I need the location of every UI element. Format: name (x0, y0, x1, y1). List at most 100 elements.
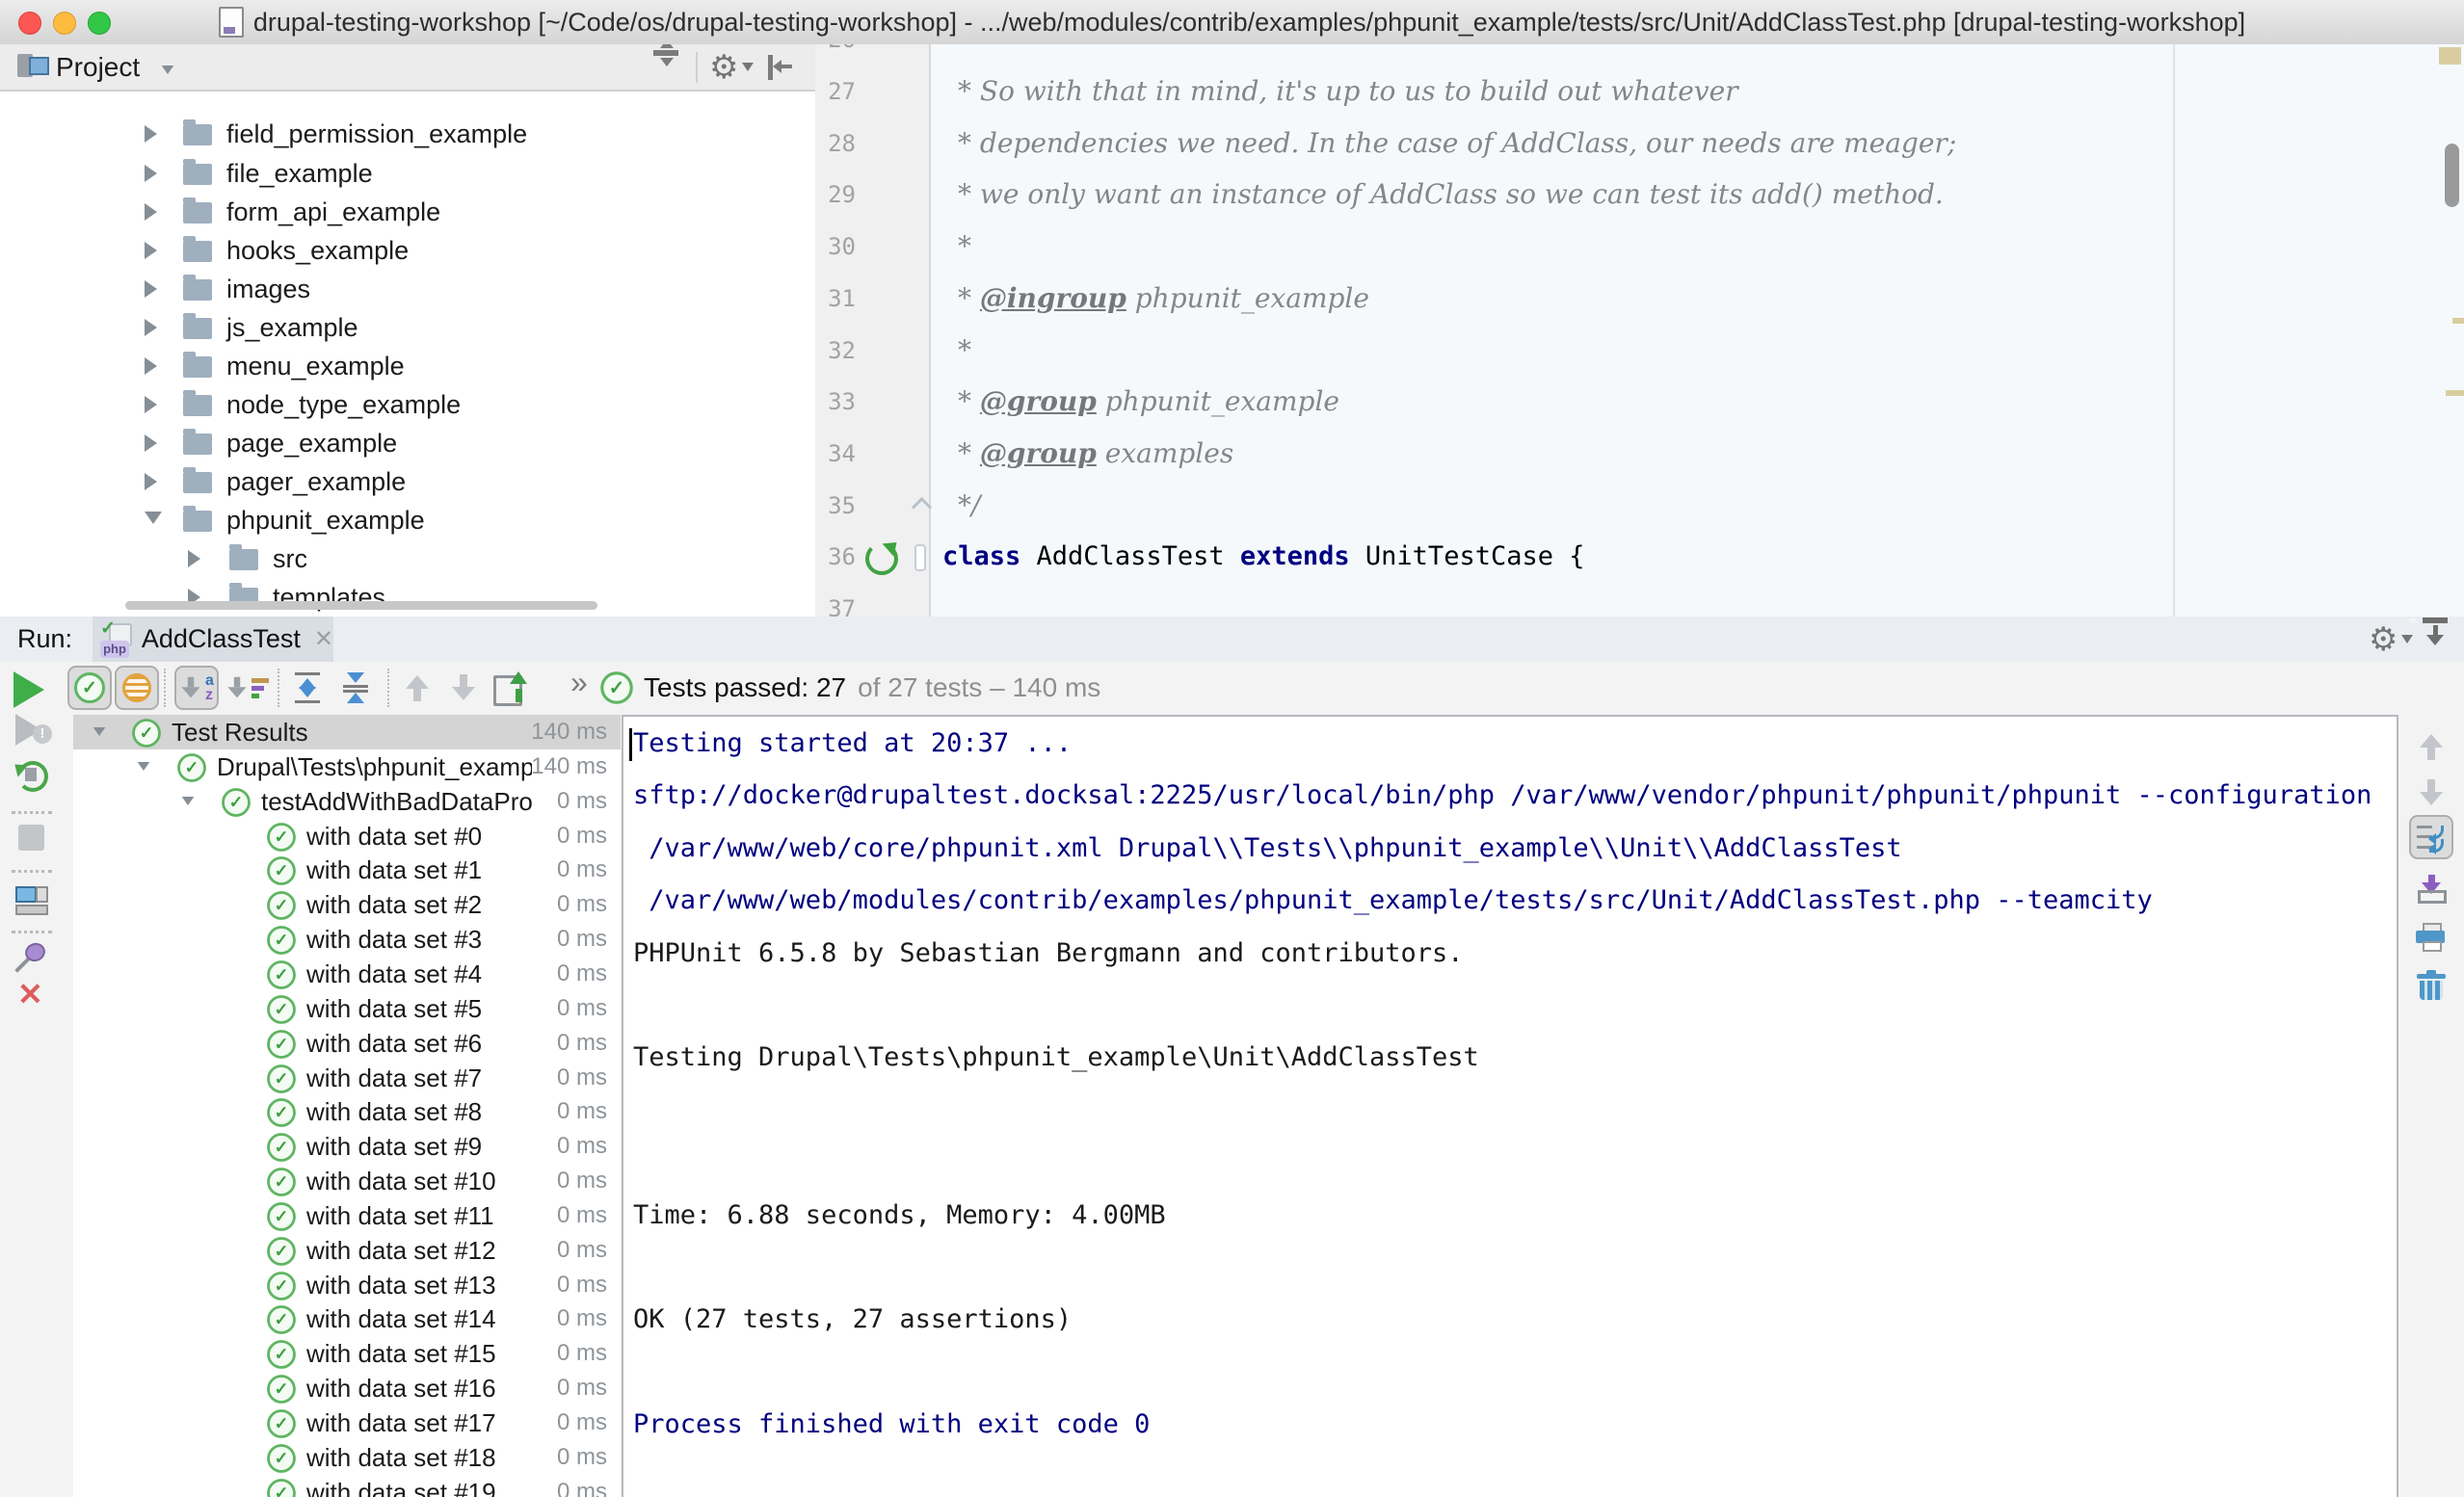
close-tab-icon[interactable]: ✕ (314, 625, 333, 653)
import-test-results-button[interactable] (488, 666, 532, 710)
sort-alphabetically-button[interactable]: az (174, 666, 219, 710)
run-tab-addclasstest[interactable]: ✓ php AddClassTest ✕ (93, 617, 333, 662)
test-tree-row[interactable]: Test Results140 ms (73, 715, 621, 749)
test-tree-row[interactable]: testAddWithBadDataProvider0 ms (73, 784, 621, 819)
show-ignored-button[interactable] (115, 666, 159, 710)
project-panel-title[interactable]: Project (56, 44, 140, 90)
run-settings-button[interactable]: ⚙ (2369, 617, 2413, 662)
test-tree-row[interactable]: with data set #140 ms (73, 1301, 621, 1336)
run-test-gutter-icon[interactable] (865, 542, 898, 575)
test-tree-row[interactable]: with data set #130 ms (73, 1268, 621, 1302)
test-tree-row[interactable]: with data set #10 ms (73, 853, 621, 887)
doc-tag-line: * @group examples (958, 428, 1233, 480)
restore-layout-icon[interactable] (15, 886, 48, 915)
test-tree-row[interactable]: with data set #80 ms (73, 1094, 621, 1129)
toggle-auto-test-icon[interactable] (17, 761, 48, 792)
previous-failed-test-button[interactable] (395, 666, 439, 710)
console-line: Time: 6.88 seconds, Memory: 4.00MB (623, 1190, 2397, 1242)
project-tree-item-images[interactable]: images (0, 270, 815, 308)
test-tree-row[interactable]: with data set #60 ms (73, 1026, 621, 1061)
chevron-down-icon[interactable] (138, 762, 150, 771)
console-line: Process finished with exit code 0 (623, 1399, 2397, 1451)
code-editor[interactable]: 2627* So with that in mind, it's up to u… (815, 44, 2464, 617)
rerun-icon[interactable] (13, 671, 44, 708)
print-button[interactable] (2409, 915, 2453, 959)
test-tree-row[interactable]: with data set #190 ms (73, 1475, 621, 1497)
chevron-right-icon[interactable] (145, 319, 157, 336)
chevron-down-icon[interactable] (145, 512, 162, 524)
project-settings-button[interactable]: ⚙ (709, 44, 754, 90)
test-tree-row[interactable]: with data set #100 ms (73, 1164, 621, 1198)
test-tree-row[interactable]: with data set #00 ms (73, 819, 621, 854)
scroll-to-end-button[interactable] (2409, 867, 2453, 911)
chevron-right-icon[interactable] (145, 434, 157, 452)
project-tree-item-page_example[interactable]: page_example (0, 424, 815, 462)
chevron-right-icon[interactable] (145, 203, 157, 221)
next-occurrence-button[interactable] (2409, 771, 2453, 815)
close-window-button[interactable] (18, 12, 41, 35)
test-tree-row[interactable]: Drupal\Tests\phpunit_example\Unit\AddCla… (73, 749, 621, 784)
close-run-panel-icon[interactable]: ✕ (17, 979, 43, 1010)
minimize-window-button[interactable] (53, 12, 76, 35)
chevron-down-icon[interactable] (93, 727, 106, 736)
import-export-icon (493, 673, 526, 702)
project-tree-item-templates[interactable]: templates (0, 578, 815, 617)
project-horizontal-scrollbar[interactable] (125, 601, 597, 610)
chevron-right-icon[interactable] (145, 125, 157, 143)
test-tree-row[interactable]: with data set #180 ms (73, 1440, 621, 1475)
show-passed-button[interactable] (67, 666, 112, 710)
stripe-mark[interactable] (2452, 318, 2464, 324)
test-passed-icon (222, 788, 251, 817)
prev-occurrence-button[interactable] (2409, 724, 2453, 769)
soft-wrap-button[interactable] (2409, 815, 2453, 859)
editor-line-26: 26 (815, 44, 2464, 66)
project-tree-item-phpunit_example[interactable]: phpunit_example (0, 501, 815, 539)
project-tree-item-node_type_example[interactable]: node_type_example (0, 385, 815, 424)
project-tree-item-hooks_example[interactable]: hooks_example (0, 231, 815, 270)
fold-marker-icon[interactable] (914, 544, 926, 571)
sort-by-duration-button[interactable] (225, 666, 269, 710)
test-tree-row[interactable]: with data set #170 ms (73, 1405, 621, 1440)
clear-all-button[interactable] (2409, 963, 2453, 1008)
test-tree-row[interactable]: with data set #50 ms (73, 991, 621, 1026)
console-line: Testing started at 20:37 ... (623, 718, 2397, 770)
test-tree-row[interactable]: with data set #110 ms (73, 1198, 621, 1233)
collapse-all-button[interactable] (333, 666, 378, 710)
fold-marker-icon[interactable] (912, 497, 932, 517)
project-tree-item-src[interactable]: src (0, 539, 815, 578)
test-tree-row[interactable]: with data set #90 ms (73, 1129, 621, 1164)
test-tree-row[interactable]: with data set #70 ms (73, 1061, 621, 1095)
test-tree-row[interactable]: with data set #30 ms (73, 922, 621, 957)
console-output[interactable]: Testing started at 20:37 ...sftp://docke… (622, 715, 2398, 1497)
stripe-mark[interactable] (2446, 390, 2464, 396)
project-tree-item-menu_example[interactable]: menu_example (0, 347, 815, 385)
test-tree-row[interactable]: with data set #150 ms (73, 1336, 621, 1371)
toolbar-overflow-icon[interactable]: » (570, 665, 588, 700)
zoom-window-button[interactable] (88, 12, 111, 35)
chevron-right-icon[interactable] (145, 473, 157, 490)
project-tree-item-form_api_example[interactable]: form_api_example (0, 193, 815, 231)
chevron-right-icon[interactable] (145, 165, 157, 182)
pin-tab-icon[interactable] (14, 943, 47, 976)
test-tree-row[interactable]: with data set #40 ms (73, 957, 621, 991)
test-tree-row[interactable]: with data set #160 ms (73, 1371, 621, 1405)
chevron-right-icon[interactable] (188, 550, 200, 567)
test-tree-row[interactable]: with data set #120 ms (73, 1233, 621, 1268)
project-tree-item-js_example[interactable]: js_example (0, 308, 815, 347)
chevron-right-icon[interactable] (145, 396, 157, 413)
project-dropdown-icon[interactable] (162, 66, 174, 74)
next-failed-test-button[interactable] (441, 666, 486, 710)
chevron-down-icon[interactable] (182, 797, 195, 805)
stop-icon[interactable] (18, 825, 44, 851)
stripe-mark[interactable] (2439, 47, 2461, 65)
project-tree-item-pager_example[interactable]: pager_example (0, 462, 815, 501)
project-tree-item-file_example[interactable]: file_example (0, 154, 815, 193)
project-tree-item-field_permission_example[interactable]: field_permission_example (0, 115, 815, 153)
expand-all-button[interactable] (285, 666, 330, 710)
test-tree-row[interactable]: with data set #20 ms (73, 887, 621, 922)
line-number: 30 (815, 221, 856, 273)
chevron-right-icon[interactable] (145, 357, 157, 375)
editor-scrollbar[interactable] (2445, 144, 2459, 207)
chevron-right-icon[interactable] (145, 280, 157, 298)
chevron-right-icon[interactable] (145, 242, 157, 259)
